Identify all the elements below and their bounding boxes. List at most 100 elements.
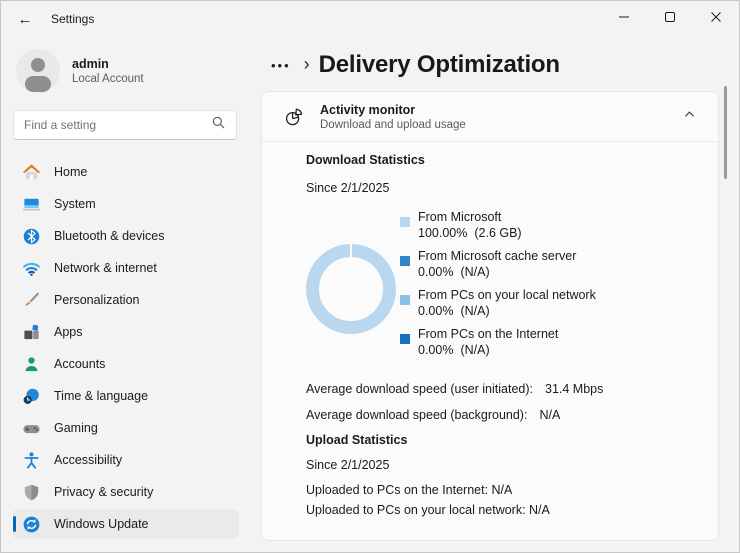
maximize-icon bbox=[664, 10, 676, 28]
legend-item: From Microsoft 100.00%(2.6 GB) bbox=[400, 209, 596, 241]
home-icon bbox=[22, 163, 41, 182]
avatar bbox=[16, 49, 60, 93]
sidebar-item-label: Network & internet bbox=[54, 261, 157, 275]
shield-icon bbox=[22, 483, 41, 502]
avg-speed-user-value: 31.4 Mbps bbox=[545, 382, 603, 396]
close-button[interactable] bbox=[693, 1, 739, 37]
legend-percent: 100.00% bbox=[418, 226, 467, 240]
avg-speed-user-row: Average download speed (user initiated):… bbox=[306, 381, 698, 397]
chevron-up-icon bbox=[683, 108, 696, 126]
bluetooth-icon bbox=[22, 227, 41, 246]
search-input[interactable]: Find a setting bbox=[13, 110, 237, 140]
sidebar-item-label: Bluetooth & devices bbox=[54, 229, 165, 243]
legend-amount: (N/A) bbox=[460, 265, 489, 279]
system-icon bbox=[22, 195, 41, 214]
window-controls bbox=[601, 1, 739, 37]
close-icon bbox=[710, 10, 722, 28]
donut-segment-notch bbox=[350, 244, 352, 257]
sidebar-item-label: Personalization bbox=[54, 293, 139, 307]
sidebar-item-gaming[interactable]: Gaming bbox=[13, 413, 239, 443]
user-name: admin bbox=[72, 57, 144, 71]
back-arrow-icon: ← bbox=[18, 11, 33, 28]
scrollbar-thumb[interactable] bbox=[724, 86, 727, 179]
brush-icon bbox=[22, 291, 41, 310]
legend-percent: 0.00% bbox=[418, 304, 453, 318]
legend-swatch bbox=[400, 256, 410, 266]
sidebar-item-label: Gaming bbox=[54, 421, 98, 435]
apps-icon bbox=[22, 323, 41, 342]
sidebar-item-label: Accessibility bbox=[54, 453, 122, 467]
breadcrumb: ••• › Delivery Optimization bbox=[261, 47, 719, 83]
avg-speed-background-row: Average download speed (background): N/A bbox=[306, 407, 698, 423]
legend-item: From Microsoft cache server 0.00% (N/A) bbox=[400, 248, 596, 280]
sidebar-item-personalization[interactable]: Personalization bbox=[13, 285, 239, 315]
wifi-icon bbox=[22, 259, 41, 278]
person-icon bbox=[22, 355, 41, 374]
sidebar-item-label: System bbox=[54, 197, 96, 211]
sidebar-item-privacy-security[interactable]: Privacy & security bbox=[13, 477, 239, 507]
legend-amount: (N/A) bbox=[460, 343, 489, 357]
minimize-button[interactable] bbox=[601, 1, 647, 37]
clock-globe-icon bbox=[22, 387, 41, 406]
sidebar-item-time-language[interactable]: Time & language bbox=[13, 381, 239, 411]
gamepad-icon bbox=[22, 419, 41, 438]
sidebar: admin Local Account Find a setting Home … bbox=[1, 37, 251, 552]
back-button[interactable]: ← bbox=[9, 4, 41, 34]
chevron-right-icon: › bbox=[304, 54, 310, 75]
maximize-button[interactable] bbox=[647, 1, 693, 37]
expander-subtitle: Download and upload usage bbox=[320, 119, 674, 131]
user-account[interactable]: admin Local Account bbox=[16, 49, 251, 93]
breadcrumb-ellipsis-button[interactable]: ••• bbox=[267, 56, 295, 75]
sidebar-item-label: Accounts bbox=[54, 357, 105, 371]
uploaded-internet-line: Uploaded to PCs on the Internet: N/A bbox=[306, 482, 698, 498]
legend-percent: 0.00% bbox=[418, 265, 453, 279]
legend-item: From PCs on your local network 0.00% (N/A… bbox=[400, 287, 596, 319]
collapse-button[interactable] bbox=[674, 102, 704, 132]
sidebar-item-label: Time & language bbox=[54, 389, 148, 403]
legend-amount: (2.6 GB) bbox=[474, 226, 521, 240]
user-account-type: Local Account bbox=[72, 73, 144, 85]
expander-title: Activity monitor bbox=[320, 103, 674, 117]
windows-update-icon bbox=[22, 515, 41, 534]
legend-swatch bbox=[400, 334, 410, 344]
activity-monitor-expander-header[interactable]: Activity monitor Download and upload usa… bbox=[262, 92, 718, 142]
sidebar-item-system[interactable]: System bbox=[13, 189, 239, 219]
avg-speed-user-label: Average download speed (user initiated): bbox=[306, 382, 533, 396]
upload-since: Since 2/1/2025 bbox=[306, 457, 698, 473]
page-title: Delivery Optimization bbox=[319, 51, 560, 79]
donut-chart bbox=[306, 244, 396, 334]
avg-speed-background-value: N/A bbox=[539, 408, 560, 422]
legend-item: From PCs on the Internet 0.00% (N/A) bbox=[400, 326, 596, 358]
sidebar-item-network-internet[interactable]: Network & internet bbox=[13, 253, 239, 283]
sidebar-item-apps[interactable]: Apps bbox=[13, 317, 239, 347]
main-content: ••• › Delivery Optimization Activity mon… bbox=[251, 37, 739, 552]
app-title: Settings bbox=[51, 12, 94, 26]
legend-label: From PCs on the Internet bbox=[418, 326, 558, 342]
legend-percent: 0.00% bbox=[418, 343, 453, 357]
sidebar-nav: Home System Bluetooth & devices Network … bbox=[1, 157, 251, 539]
download-since: Since 2/1/2025 bbox=[306, 180, 698, 196]
legend-amount: (N/A) bbox=[460, 304, 489, 318]
legend-label: From Microsoft cache server bbox=[418, 248, 576, 264]
sidebar-item-bluetooth-devices[interactable]: Bluetooth & devices bbox=[13, 221, 239, 251]
sidebar-item-label: Home bbox=[54, 165, 87, 179]
titlebar: ← Settings bbox=[1, 1, 739, 37]
sidebar-item-home[interactable]: Home bbox=[13, 157, 239, 187]
minimize-icon bbox=[618, 10, 630, 28]
avg-speed-background-label: Average download speed (background): bbox=[306, 408, 527, 422]
sidebar-item-windows-update[interactable]: Windows Update bbox=[13, 509, 239, 539]
upload-statistics-heading: Upload Statistics bbox=[306, 432, 698, 448]
pie-chart-icon bbox=[284, 107, 304, 127]
legend-label: From PCs on your local network bbox=[418, 287, 596, 303]
activity-monitor-card: Activity monitor Download and upload usa… bbox=[261, 91, 719, 541]
donut-ring bbox=[306, 244, 396, 334]
sidebar-item-label: Windows Update bbox=[54, 517, 149, 531]
uploaded-local-line: Uploaded to PCs on your local network: N… bbox=[306, 502, 698, 518]
activity-monitor-body: Download Statistics Since 2/1/2025 From … bbox=[262, 142, 718, 540]
accessibility-person-icon bbox=[22, 451, 41, 470]
legend-swatch bbox=[400, 217, 410, 227]
download-statistics-heading: Download Statistics bbox=[306, 152, 698, 168]
sidebar-item-label: Privacy & security bbox=[54, 485, 153, 499]
sidebar-item-accounts[interactable]: Accounts bbox=[13, 349, 239, 379]
sidebar-item-accessibility[interactable]: Accessibility bbox=[13, 445, 239, 475]
